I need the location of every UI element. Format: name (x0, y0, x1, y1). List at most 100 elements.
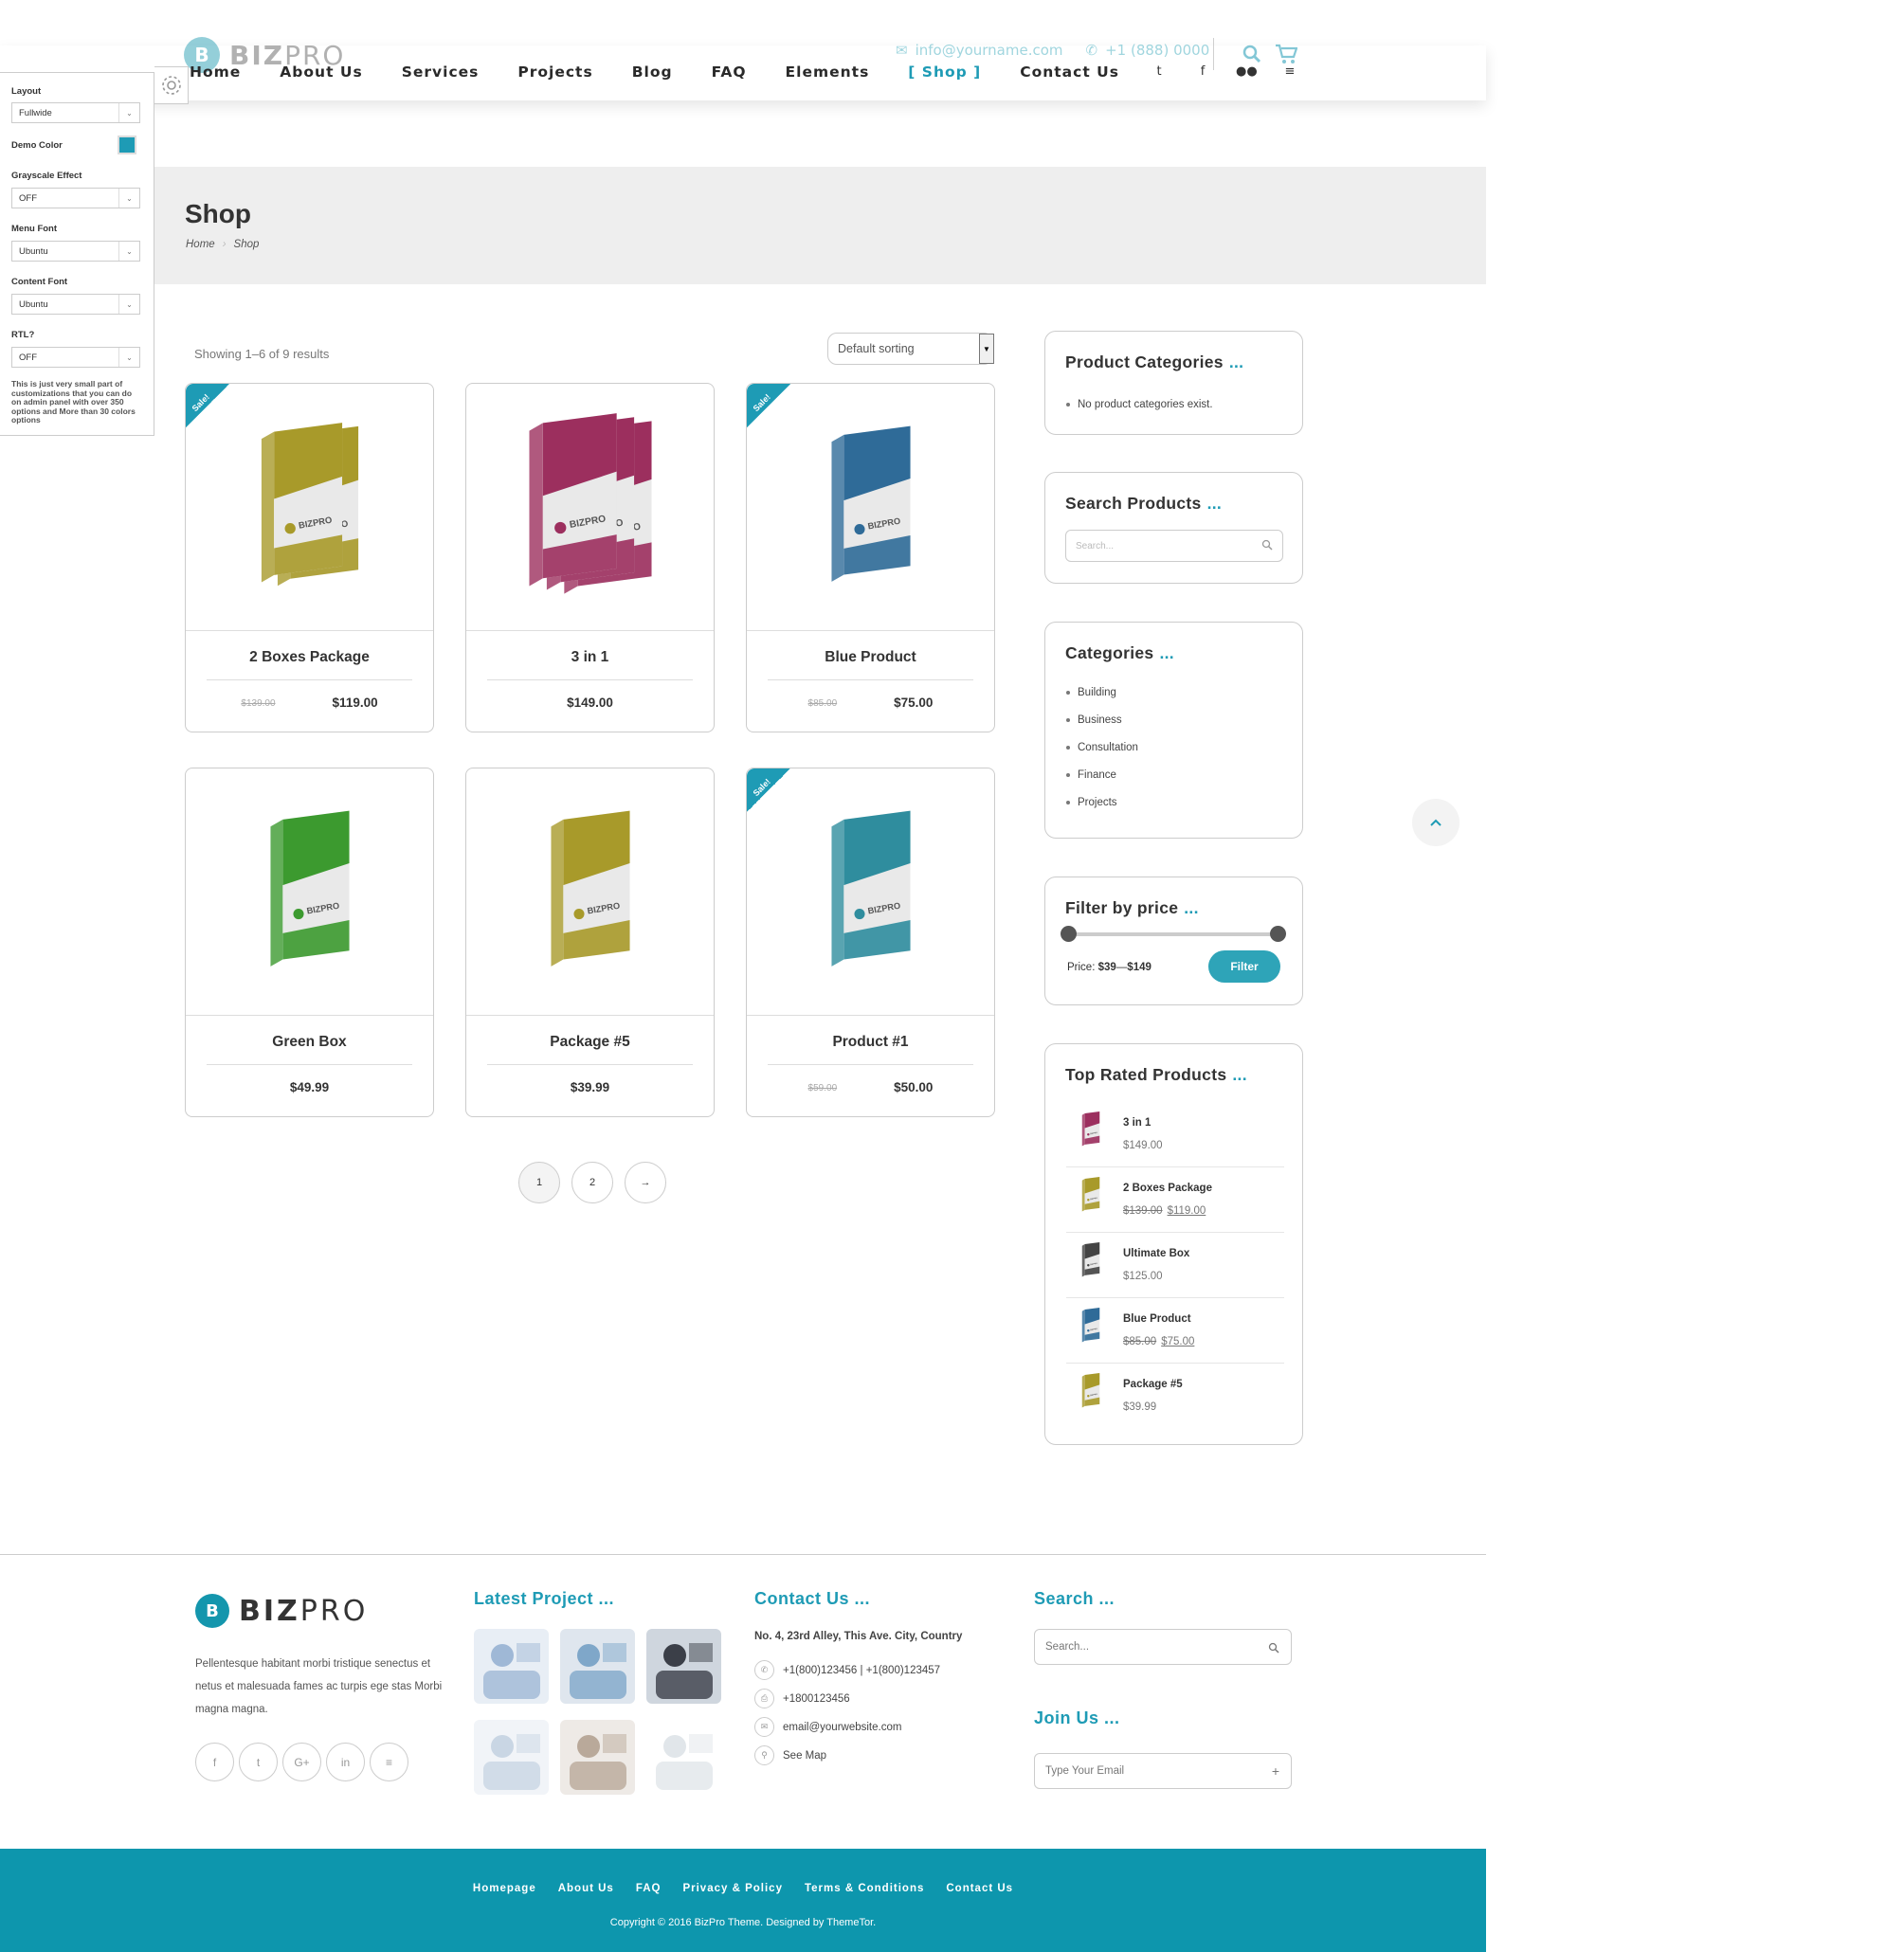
menu-font-select[interactable]: Ubuntu ⌄ (11, 241, 140, 262)
product-thumbnail[interactable]: BIZPRO (1076, 1373, 1106, 1409)
product-title[interactable]: Blue Product (747, 649, 994, 666)
linkedin-icon[interactable]: in (326, 1743, 365, 1781)
product-image[interactable]: BIZPRO (186, 768, 433, 1016)
breadcrumb-home[interactable]: Home (186, 239, 215, 250)
footer-search-input[interactable]: Search... (1034, 1629, 1292, 1665)
price-slider[interactable] (1061, 926, 1286, 942)
product-card[interactable]: BIZPRO BIZPRO BIZPRO 3 in 1 $149.00 (465, 383, 715, 732)
layout-label: Layout (11, 86, 42, 97)
nav-item-3[interactable]: Projects (517, 63, 592, 81)
top-rated-name[interactable]: 2 Boxes Package (1123, 1183, 1212, 1194)
search-icon[interactable] (1268, 1642, 1279, 1654)
product-card[interactable]: BIZPRO Blue Product $85.00 $75.00 Sale! (746, 383, 995, 732)
top-rated-name[interactable]: 3 in 1 (1123, 1117, 1151, 1129)
search-icon[interactable] (1242, 45, 1261, 63)
category-item[interactable]: Finance (1066, 761, 1138, 788)
nav-item-8[interactable]: Contact Us (1020, 63, 1119, 81)
footer-link[interactable]: Homepage (473, 1883, 536, 1894)
price-slider-min-handle[interactable] (1061, 926, 1077, 942)
product-thumbnail[interactable]: BIZPRO (1076, 1308, 1106, 1344)
plus-icon[interactable]: + (1272, 1763, 1279, 1779)
product-title[interactable]: Package #5 (466, 1034, 714, 1051)
project-thumbnail[interactable] (560, 1720, 635, 1795)
category-item[interactable]: Consultation (1066, 733, 1138, 761)
cart-icon[interactable] (1275, 44, 1297, 64)
project-thumbnail[interactable] (646, 1720, 721, 1795)
page-button-2[interactable]: 2 (571, 1162, 613, 1203)
sorting-select[interactable]: Default sorting ▼ (827, 333, 994, 365)
nav-item-1[interactable]: About Us (280, 63, 362, 81)
product-thumbnail[interactable]: BIZPRO (1076, 1177, 1106, 1213)
category-item[interactable]: Projects (1066, 788, 1138, 816)
product-card[interactable]: BIZPRO Green Box $49.99 (185, 768, 434, 1117)
footer-link[interactable]: FAQ (636, 1883, 662, 1894)
product-image[interactable]: BIZPRO (466, 768, 714, 1016)
footer-link[interactable]: Privacy & Policy (682, 1883, 783, 1894)
widget-title: Search Products... (1065, 494, 1223, 513)
demo-color-swatch[interactable] (118, 136, 136, 154)
flickr-icon[interactable]: ●● (1236, 64, 1258, 79)
product-title[interactable]: Product #1 (747, 1034, 994, 1051)
nav-item-2[interactable]: Services (402, 63, 480, 81)
newsletter-email-input[interactable]: Type Your Email + (1034, 1753, 1292, 1789)
scroll-to-top-button[interactable] (1412, 799, 1460, 846)
widget-title: Categories... (1065, 643, 1174, 662)
sale-label: Sale! (751, 776, 772, 799)
rss-icon[interactable]: ≡ (370, 1743, 408, 1781)
footer-logo[interactable]: B BIZPRO (195, 1594, 368, 1628)
page-button-1[interactable]: 1 (518, 1162, 560, 1203)
project-thumbnail[interactable] (560, 1629, 635, 1704)
next-page-button[interactable]: → (625, 1162, 666, 1203)
product-title[interactable]: Green Box (186, 1034, 433, 1051)
footer-map-link[interactable]: ⚲ See Map (754, 1745, 826, 1765)
footer-link[interactable]: Contact Us (946, 1883, 1013, 1894)
footer-link[interactable]: Terms & Conditions (805, 1883, 924, 1894)
filter-button[interactable]: Filter (1208, 950, 1280, 983)
google-plus-icon[interactable]: G+ (282, 1743, 321, 1781)
top-rated-item[interactable]: BIZPRO Ultimate Box $125.00 (1066, 1233, 1284, 1298)
footer-link[interactable]: About Us (558, 1883, 614, 1894)
category-item[interactable]: Business (1066, 706, 1138, 733)
rtl-select[interactable]: OFF ⌄ (11, 347, 140, 368)
product-title[interactable]: 3 in 1 (466, 649, 714, 666)
product-search-input[interactable]: Search... (1065, 530, 1283, 562)
project-thumbnail[interactable] (474, 1629, 549, 1704)
layout-select[interactable]: Fullwide ⌄ (11, 102, 140, 123)
project-thumbnail[interactable] (646, 1629, 721, 1704)
nav-item-0[interactable]: Home (190, 63, 241, 81)
customizer-toggle[interactable] (154, 66, 189, 104)
top-phone: ✆ +1 (888) 0000 (1085, 42, 1210, 59)
top-rated-name[interactable]: Blue Product (1123, 1313, 1191, 1325)
twitter-icon[interactable]: t (239, 1743, 278, 1781)
footer-email[interactable]: ✉ email@yourwebsite.com (754, 1717, 901, 1737)
top-email[interactable]: ✉ info@yourname.com (896, 42, 1063, 59)
product-card[interactable]: BIZPRO Product #1 $59.00 $50.00 Sale! (746, 768, 995, 1117)
product-card[interactable]: BIZPRO BIZPRO 2 Boxes Package $139.00 $1… (185, 383, 434, 732)
top-rated-item[interactable]: BIZPRO 2 Boxes Package $139.00 $119.00 (1066, 1167, 1284, 1233)
search-icon[interactable] (1261, 539, 1273, 551)
nav-item-6[interactable]: Elements (786, 63, 870, 81)
category-item[interactable]: Building (1066, 678, 1138, 706)
facebook-icon[interactable]: f (195, 1743, 234, 1781)
twitter-icon[interactable]: t (1149, 64, 1170, 79)
price-slider-max-handle[interactable] (1270, 926, 1286, 942)
product-title[interactable]: 2 Boxes Package (186, 649, 433, 666)
rss-icon[interactable]: ≡ (1279, 64, 1300, 79)
top-rated-item[interactable]: BIZPRO 3 in 1 $149.00 (1066, 1102, 1284, 1167)
content-font-select[interactable]: Ubuntu ⌄ (11, 294, 140, 315)
top-rated-name[interactable]: Package #5 (1123, 1379, 1183, 1390)
product-card[interactable]: BIZPRO Package #5 $39.99 (465, 768, 715, 1117)
nav-item-7[interactable]: [ Shop ] (908, 63, 981, 81)
top-rated-item[interactable]: BIZPRO Blue Product $85.00 $75.00 (1066, 1298, 1284, 1364)
nav-item-5[interactable]: FAQ (712, 63, 747, 81)
project-thumbnail[interactable] (474, 1720, 549, 1795)
top-rated-name[interactable]: Ultimate Box (1123, 1248, 1189, 1259)
product-thumbnail[interactable]: BIZPRO (1076, 1242, 1106, 1278)
product-thumbnail[interactable]: BIZPRO (1076, 1112, 1106, 1148)
nav-item-4[interactable]: Blog (632, 63, 673, 81)
widget-search-products: Search Products... Search... (1044, 472, 1303, 584)
top-rated-item[interactable]: BIZPRO Package #5 $39.99 (1066, 1364, 1284, 1429)
facebook-icon[interactable]: f (1192, 64, 1213, 79)
grayscale-select[interactable]: OFF ⌄ (11, 188, 140, 208)
product-image[interactable]: BIZPRO BIZPRO BIZPRO (466, 384, 714, 631)
